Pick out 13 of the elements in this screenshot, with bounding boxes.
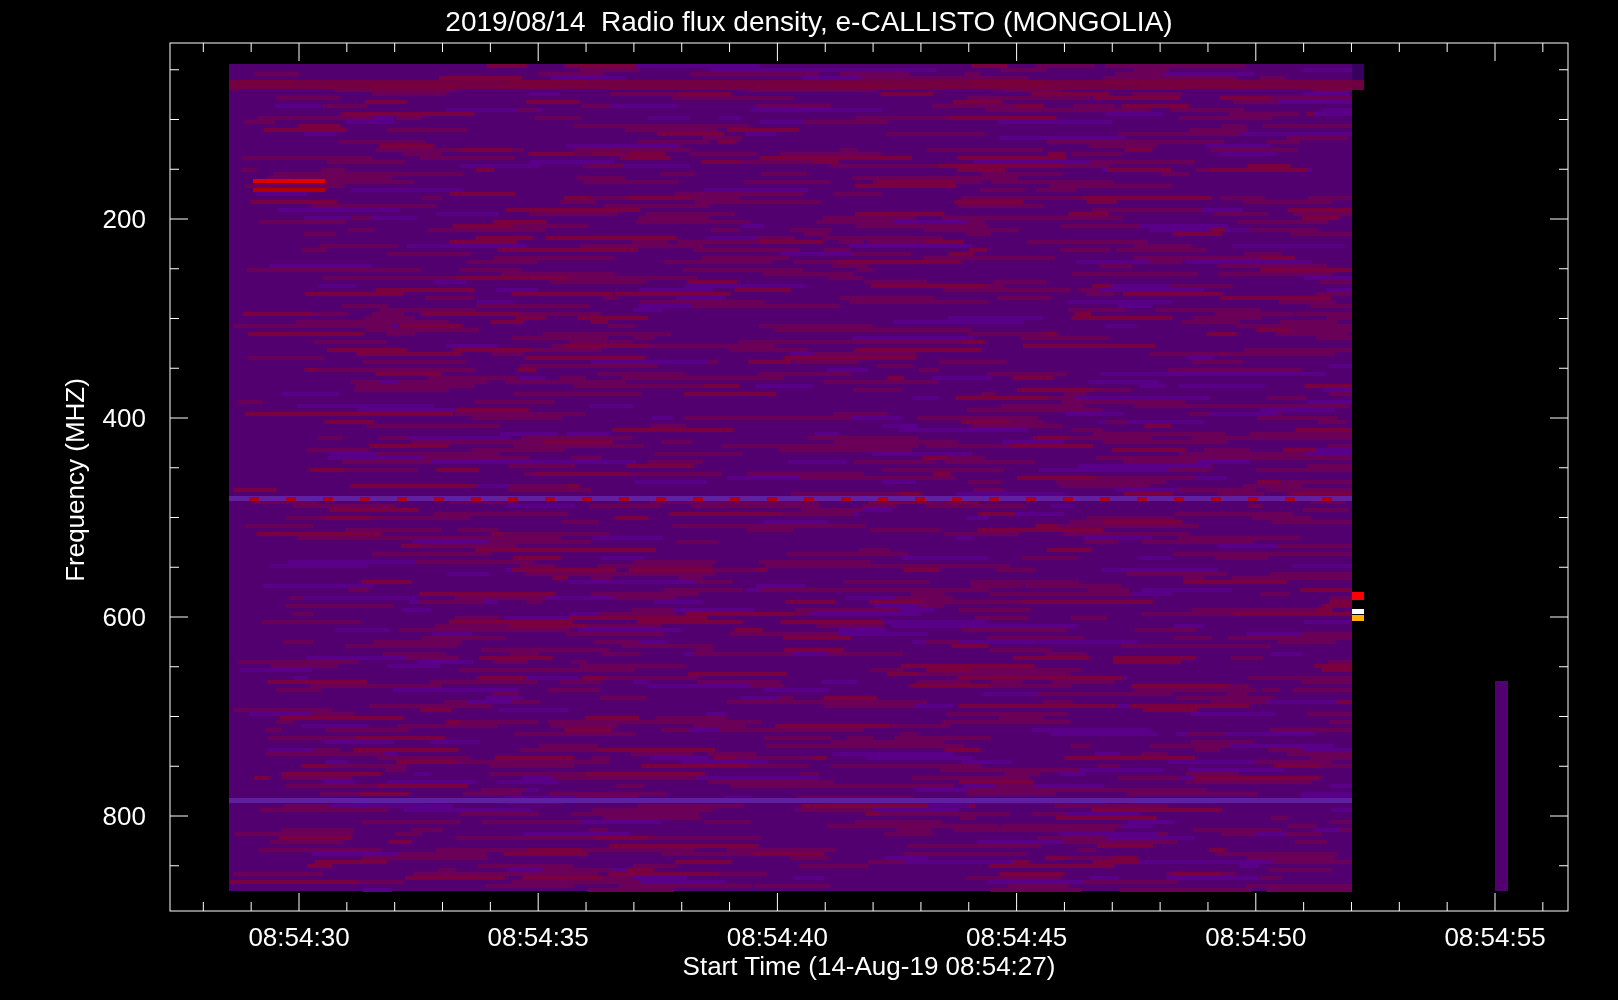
x-tick-label: 08:54:55 xyxy=(1444,922,1546,952)
x-tick-label: 08:54:45 xyxy=(966,922,1068,952)
y-tick-label: 200 xyxy=(102,204,146,234)
chart-title: 2019/08/14 Radio flux density, e-CALLISTO (MONGOLIA) xyxy=(445,6,1173,37)
y-axis-label: Frequency (MHZ) xyxy=(60,378,90,582)
x-tick-label: 08:54:30 xyxy=(248,922,350,952)
x-tick-label: 08:54:50 xyxy=(1205,922,1307,952)
y-tick-label: 600 xyxy=(102,602,146,632)
x-tick-label: 08:54:40 xyxy=(726,922,828,952)
y-tick-label: 800 xyxy=(102,801,146,831)
y-tick-label: 400 xyxy=(102,403,146,433)
x-axis-label: Start Time (14-Aug-19 08:54:27) xyxy=(682,951,1056,981)
x-tick-label: 08:54:35 xyxy=(487,922,589,952)
